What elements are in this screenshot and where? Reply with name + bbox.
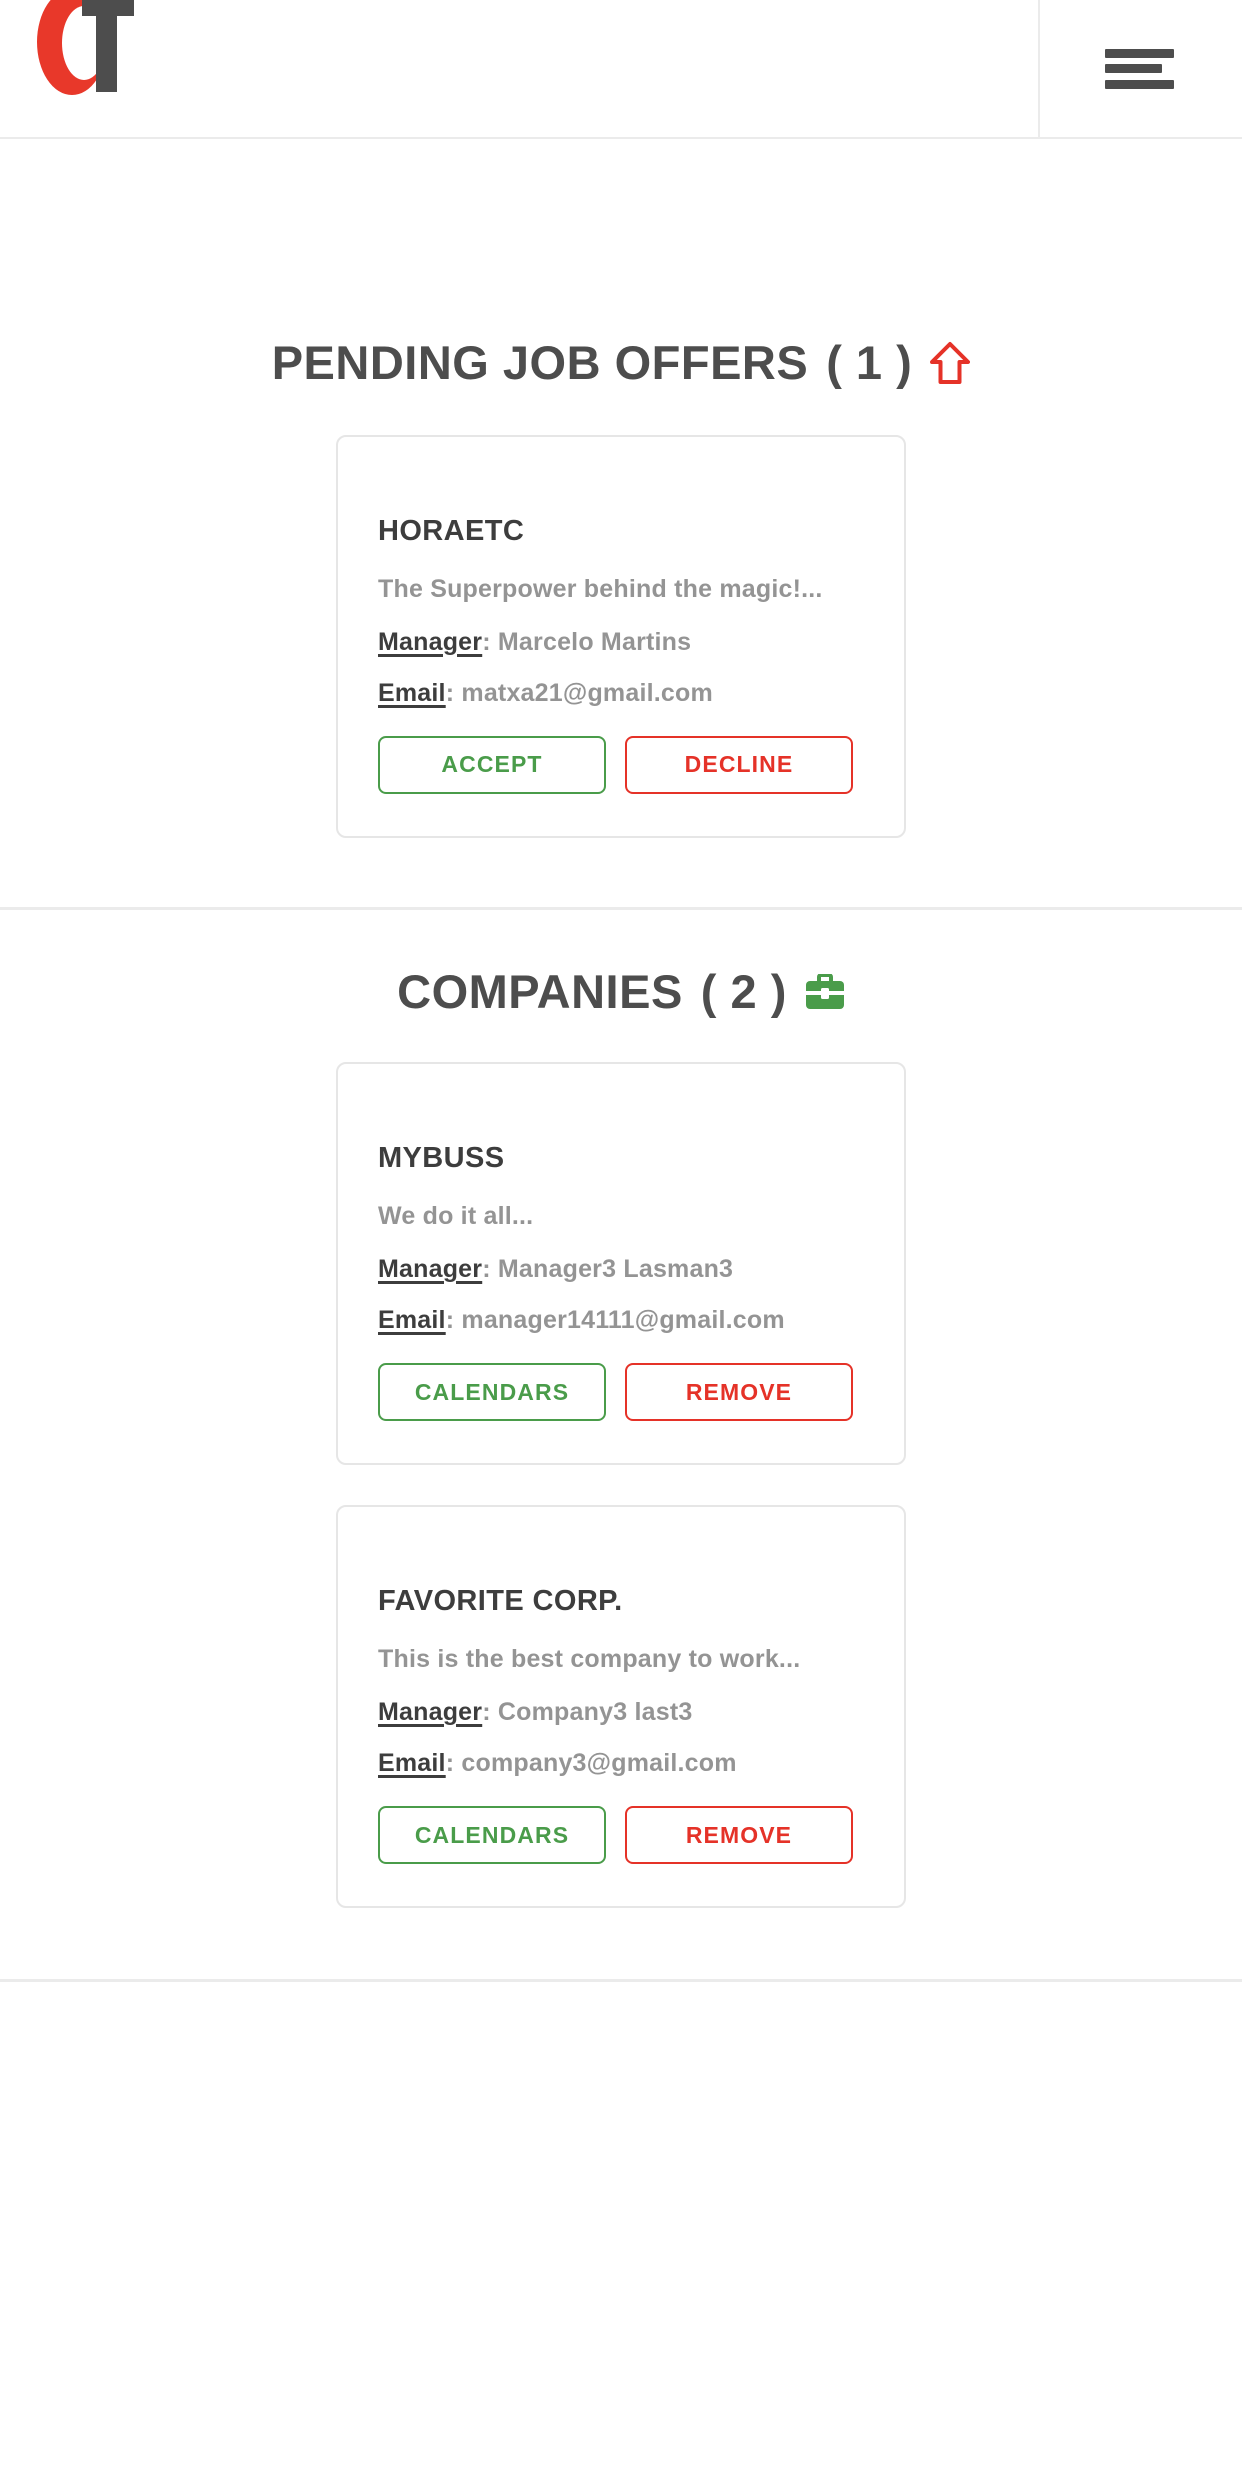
- email-value: manager14111@gmail.com: [461, 1306, 785, 1335]
- manager-field: Manager: Manager3 Lasman3: [378, 1255, 864, 1284]
- spacer-bottom: [0, 1982, 1242, 2054]
- manager-value: Marcelo Martins: [497, 627, 692, 656]
- section-pending-job-offers: PENDING JOB OFFERS ( 1 ) HORAETC The Sup…: [0, 337, 1242, 907]
- calendars-button[interactable]: CALENDARS: [378, 1806, 606, 1865]
- manager-label: Manager: [378, 627, 483, 656]
- companies-heading: COMPANIES ( 2 ): [0, 964, 1242, 1018]
- company-tagline: We do it all...: [378, 1202, 534, 1231]
- hamburger-bar-middle: [1105, 64, 1162, 73]
- section-count: ( 1 ): [826, 336, 913, 389]
- app-header: [0, 0, 1242, 139]
- company-tagline: This is the best company to work...: [378, 1645, 801, 1674]
- manager-value: Manager3 Lasman3: [497, 1255, 734, 1284]
- manager-separator: :: [482, 1698, 491, 1727]
- manager-label: Manager: [378, 1255, 483, 1284]
- ct-logo-icon: [37, 0, 134, 95]
- header-logo-area: [0, 0, 1040, 137]
- email-separator: :: [445, 1306, 455, 1335]
- company-name: HORAETC: [378, 514, 525, 547]
- calendars-button[interactable]: CALENDARS: [378, 1363, 606, 1422]
- remove-button[interactable]: REMOVE: [625, 1363, 853, 1422]
- manager-separator: :: [482, 1255, 491, 1284]
- pending-job-offers-heading: PENDING JOB OFFERS ( 1 ): [0, 337, 1242, 389]
- email-value: company3@gmail.com: [461, 1749, 737, 1778]
- spacer-last-card-to-divider: [0, 1908, 1242, 1979]
- manager-value: Company3 last3: [497, 1698, 693, 1727]
- company-name: MYBUSS: [378, 1142, 505, 1175]
- spacer-header-to-first-section: [0, 139, 1242, 337]
- email-label: Email: [378, 1749, 446, 1778]
- spacer-title-to-card-2: [0, 1017, 1242, 1062]
- manager-label: Manager: [378, 1698, 483, 1727]
- spacer-title-to-card-1: [0, 389, 1242, 435]
- company-card[interactable]: FAVORITE CORP. This is the best company …: [336, 1505, 906, 1909]
- company-name: FAVORITE CORP.: [378, 1585, 623, 1618]
- accept-button[interactable]: ACCEPT: [378, 735, 606, 794]
- job-offer-card[interactable]: HORAETC The Superpower behind the magic!…: [336, 434, 906, 838]
- arrow-up-icon: [930, 341, 971, 385]
- section-count: ( 2 ): [700, 964, 787, 1018]
- hamburger-bar-bottom: [1105, 79, 1174, 89]
- section-companies: COMPANIES ( 2 ) MYBUSS We do it all... M…: [0, 964, 1242, 1980]
- email-separator: :: [445, 678, 455, 707]
- email-label: Email: [378, 1306, 446, 1335]
- section-title-text: COMPANIES: [397, 964, 683, 1018]
- header-menu-area: [1040, 0, 1242, 137]
- hamburger-bar-top: [1105, 48, 1174, 58]
- remove-button[interactable]: REMOVE: [625, 1806, 853, 1865]
- manager-field: Manager: Marcelo Martins: [378, 628, 864, 657]
- ct-logo[interactable]: [20, 0, 170, 118]
- spacer-divider-to-second-section: [0, 910, 1242, 966]
- manager-separator: :: [482, 627, 491, 656]
- spacer-between-company-cards: [0, 1465, 1242, 1505]
- section-title-text: PENDING JOB OFFERS: [271, 336, 809, 389]
- company-card[interactable]: MYBUSS We do it all... Manager: Manager3…: [336, 1062, 906, 1466]
- email-label: Email: [378, 678, 446, 707]
- email-separator: :: [445, 1749, 455, 1778]
- job-offer-actions: ACCEPT DECLINE: [378, 735, 864, 794]
- email-field: Email: matxa21@gmail.com: [378, 679, 864, 708]
- company-actions: CALENDARS REMOVE: [378, 1363, 864, 1422]
- email-value: matxa21@gmail.com: [461, 678, 713, 707]
- email-field: Email: company3@gmail.com: [378, 1749, 864, 1778]
- company-actions: CALENDARS REMOVE: [378, 1806, 864, 1865]
- briefcase-icon: [805, 973, 845, 1010]
- email-field: Email: manager14111@gmail.com: [378, 1306, 864, 1335]
- manager-field: Manager: Company3 last3: [378, 1698, 864, 1727]
- decline-button[interactable]: DECLINE: [625, 735, 853, 794]
- company-tagline: The Superpower behind the magic!...: [378, 574, 823, 603]
- spacer-card-to-divider: [0, 838, 1242, 907]
- hamburger-menu-icon[interactable]: [1105, 43, 1177, 95]
